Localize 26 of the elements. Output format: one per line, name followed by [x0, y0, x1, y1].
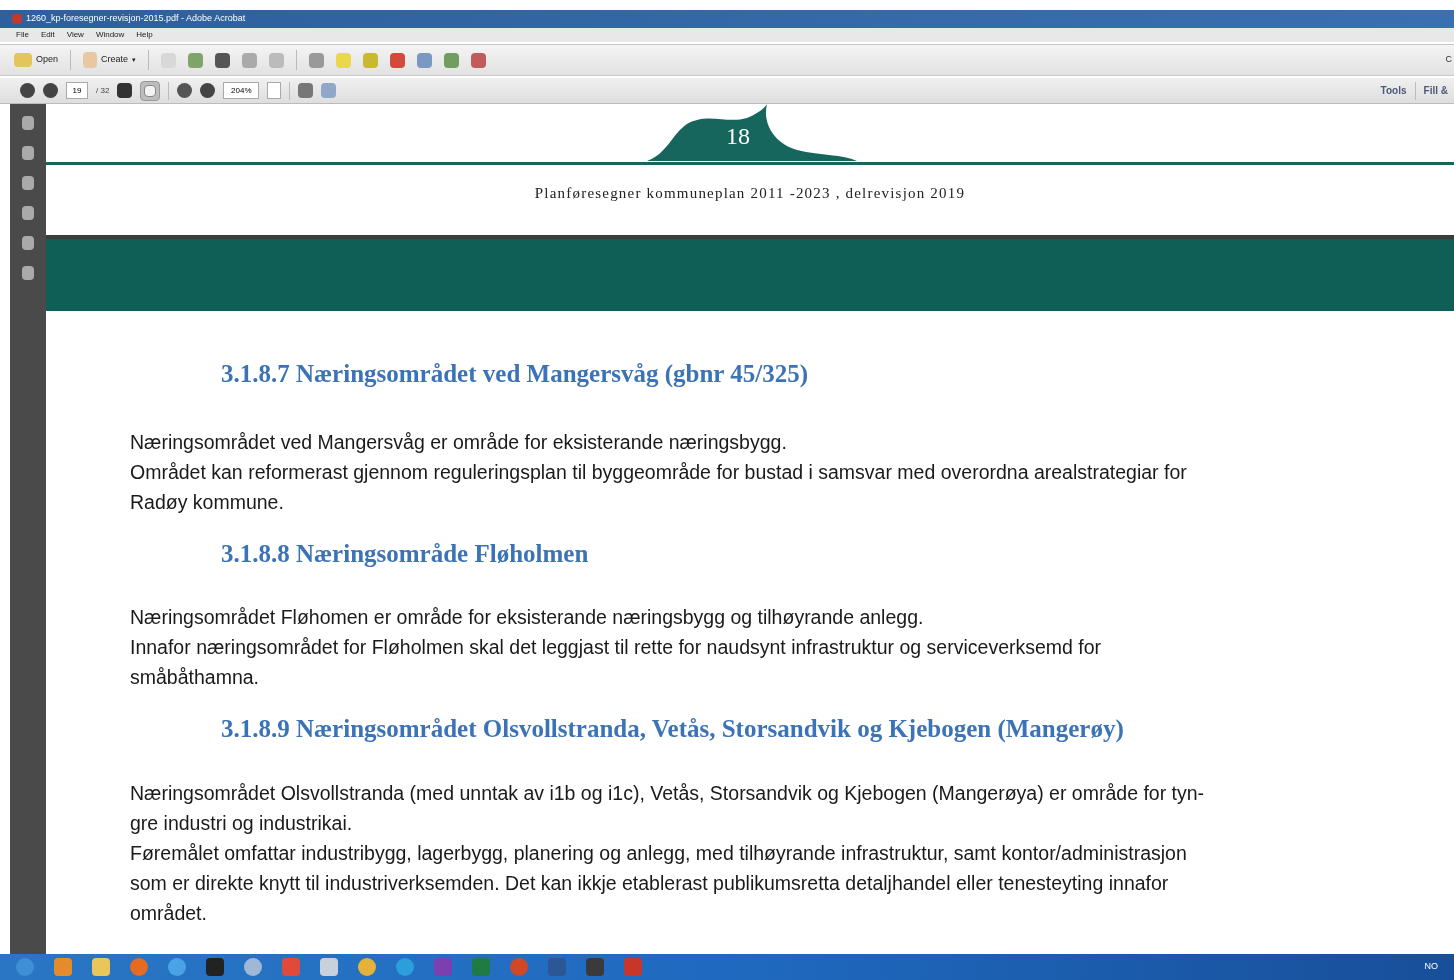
- menu-item[interactable]: Help: [136, 29, 153, 41]
- body-paragraph: Området kan reformerast gjennom reguleringsplan til byggeområde for bustad i samsvar med overordna arealstrategiar for Radøy kommune.: [130, 459, 1188, 515]
- language-indicator[interactable]: NO: [1424, 960, 1438, 974]
- page-number: 18: [726, 122, 750, 151]
- section-heading: 3.1.8.8 Næringsområde Fløholmen: [221, 538, 590, 569]
- menu-item[interactable]: File: [16, 29, 29, 41]
- fill-sign-tab[interactable]: Fill &: [1423, 83, 1448, 98]
- window-title: 1260_kp-foresegner-revisjon-2015.pdf - Adobe Acrobat: [26, 12, 246, 26]
- menu-item[interactable]: Edit: [40, 29, 55, 41]
- open-button[interactable]: Open: [14, 53, 59, 67]
- section-heading: 3.1.8.7 Næringsområdet ved Mangersvåg (gbnr 45/325): [221, 359, 809, 389]
- body-paragraph: Føremålet omfattar industribygg, lagerbygg, planering og anlegg, med tilhøyrande infrastruktur, samt kontor/administrasjon som er direkte knytt til industriverksemden. Det kan ikkje etablerast publikumsretta detaljhandel eller tenesteyting innafor området.: [130, 840, 1188, 926]
- body-paragraph: Næringsområdet Olsvollstranda (med unntak av i1b og i1c), Vetås, Storsandvik og Kjebogen (Mangerøya) er område for tyn- gre industri og industrikai.: [130, 780, 1206, 836]
- page-number-field[interactable]: 19: [66, 82, 88, 99]
- section-heading: 3.1.8.9 Næringsområdet Olsvollstranda, Vetås, Storsandvik og Kjebogen (Mangerøy): [221, 714, 1125, 745]
- body-paragraph: Innafor næringsområdet for Fløholmen skal det leggjast til rette for naudsynt infrastruktur og serviceverksemd for småbåthamna.: [130, 635, 1103, 690]
- menu-item[interactable]: View: [66, 29, 84, 41]
- hand-tool-button[interactable]: [140, 80, 161, 101]
- zoom-field[interactable]: 204%: [223, 82, 260, 99]
- tools-tab[interactable]: Tools: [1380, 83, 1407, 98]
- running-header: Planføresegner kommuneplan 2011 -2023 , delrevisjon 2019: [534, 183, 966, 203]
- page-count: / 32: [96, 84, 110, 97]
- menu-item[interactable]: Window: [95, 29, 125, 41]
- toolbar-label[interactable]: C: [1445, 53, 1452, 67]
- body-paragraph: Næringsområdet ved Mangersvåg er område for eksisterande næringsbygg.: [130, 429, 788, 455]
- body-paragraph: Næringsområdet Fløhomen er område for eksisterande næringsbygg og tilhøyrande anlegg.: [130, 605, 925, 630]
